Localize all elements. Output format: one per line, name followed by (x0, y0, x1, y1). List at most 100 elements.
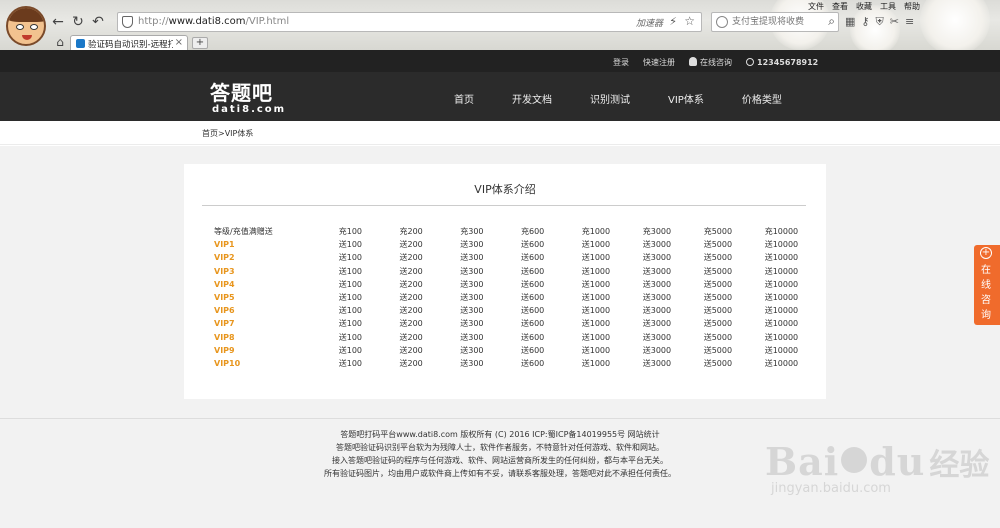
bonus-cell: 送300 (460, 319, 484, 329)
bonus-cell: 送200 (399, 279, 423, 289)
side-consult-tab[interactable]: + 在线咨询 (974, 245, 1000, 325)
phone-number: 12345678912 (746, 58, 818, 67)
bonus-cell: 送300 (460, 358, 484, 368)
consult-link[interactable]: 在线咨询 (689, 57, 732, 68)
bonus-cell: 送1000 (581, 240, 611, 250)
nav-home[interactable]: 首页 (454, 91, 474, 106)
site-topbar: 登录 快速注册 在线咨询 12345678912 (0, 50, 1000, 72)
bonus-cell: 送3000 (642, 240, 672, 250)
header-cell: 充10000 (764, 227, 799, 237)
bonus-cell: 送3000 (642, 332, 672, 342)
bonus-cell: 送200 (399, 306, 423, 316)
main-nav: 首页 开发文档 识别测试 VIP体系 价格类型 (454, 91, 820, 106)
menu-item-tools[interactable]: 工具 (880, 1, 896, 12)
bonus-cell: 送1000 (581, 306, 611, 316)
bonus-cell: 送10000 (764, 279, 799, 289)
bonus-cell: 送300 (460, 345, 484, 355)
menu-bar: 文件 查看 收藏 工具 帮助 (808, 1, 920, 12)
vip-level-cell: VIP4 (214, 279, 235, 289)
title-divider (202, 205, 806, 206)
shield-tool-icon[interactable]: ⛨ (875, 15, 883, 29)
bonus-cell: 送1000 (581, 253, 611, 263)
plus-icon: + (980, 247, 992, 259)
bonus-cell: 送10000 (764, 253, 799, 263)
bonus-cell: 送600 (521, 332, 545, 342)
bonus-cell: 送300 (460, 266, 484, 276)
bonus-cell: 送1000 (581, 358, 611, 368)
browser-chrome: ← ↻ ↶ ⌂ http://www.dati8.com/VIP.html 加速… (0, 0, 1000, 51)
breadcrumb[interactable]: 首页>VIP体系 (202, 128, 253, 139)
bonus-cell: 送200 (399, 253, 423, 263)
bonus-cell: 送5000 (703, 306, 733, 316)
content-area: VIP体系介绍 等级/充值满赠送 充100 充200 充300 充600 充1000 充30… (0, 146, 1000, 418)
key-icon[interactable]: ⚷ (861, 15, 869, 29)
bonus-cell: 送300 (460, 240, 484, 250)
bonus-cell: 送600 (521, 240, 545, 250)
close-icon[interactable]: × (175, 37, 183, 48)
vip-level-cell: VIP3 (214, 266, 235, 276)
menu-item-favorites[interactable]: 收藏 (856, 1, 872, 12)
table-row: VIP1 送100 送200 送300 送600 送1000 送3000 送5000 送1000… (214, 238, 826, 251)
undo-button[interactable]: ↶ (90, 14, 106, 30)
bonus-cell: 送5000 (703, 253, 733, 263)
tab-active[interactable]: 验证码自动识别-远程打码 × (70, 35, 188, 51)
login-link[interactable]: 登录 (613, 57, 629, 68)
nav-recognition-test[interactable]: 识别测试 (590, 91, 630, 106)
bonus-cell: 送200 (399, 266, 423, 276)
nav-vip[interactable]: VIP体系 (668, 91, 704, 106)
bonus-cell: 送3000 (642, 253, 672, 263)
vip-level-cell: VIP10 (214, 358, 241, 368)
browser-search[interactable]: ⌕ (711, 12, 839, 32)
menu-item-view[interactable]: 查看 (832, 1, 848, 12)
user-avatar[interactable] (6, 6, 46, 46)
search-icon[interactable]: ⌕ (828, 14, 835, 29)
star-icon[interactable]: ☆ (684, 14, 695, 28)
url-text[interactable]: http://www.dati8.com/VIP.html (138, 16, 289, 27)
site-header: 答题吧 dati8.com 首页 开发文档 识别测试 VIP体系 价格类型 (0, 72, 1000, 121)
register-link[interactable]: 快速注册 (643, 57, 675, 68)
site-footer: 答题吧打码平台www.dati8.com 版权所有 (C) 2016 ICP:蜀… (0, 418, 1000, 528)
bonus-cell: 送300 (460, 306, 484, 316)
header-cell: 充100 (338, 227, 363, 237)
grid-icon[interactable]: ▦ (845, 15, 855, 29)
new-tab-button[interactable]: + (192, 37, 208, 49)
bonus-cell: 送100 (338, 293, 363, 303)
bonus-cell: 送300 (460, 332, 484, 342)
cut-icon[interactable]: ✂ (890, 15, 899, 29)
side-consult-label: 在线咨询 (981, 265, 991, 321)
accelerator-label[interactable]: 加速器 (636, 16, 663, 29)
table-row: VIP10 送100 送200 送300 送600 送1000 送3000 送5000 送100… (214, 357, 826, 370)
bonus-cell: 送5000 (703, 240, 733, 250)
search-input[interactable] (732, 15, 822, 29)
nav-pricing[interactable]: 价格类型 (742, 91, 782, 106)
vip-table: 等级/充值满赠送 充100 充200 充300 充600 充1000 充3000 充5000 充… (214, 225, 826, 370)
address-bar[interactable]: http://www.dati8.com/VIP.html 加速器 ⚡ ☆ (117, 12, 702, 32)
bolt-icon[interactable]: ⚡ (669, 15, 677, 28)
bonus-cell: 送300 (460, 293, 484, 303)
header-cell: 充1000 (581, 227, 611, 237)
back-button[interactable]: ← (50, 14, 66, 30)
nav-docs[interactable]: 开发文档 (512, 91, 552, 106)
site-logo[interactable]: 答题吧 dati8.com (210, 77, 286, 115)
bonus-cell: 送10000 (764, 306, 799, 316)
bonus-cell: 送600 (521, 279, 545, 289)
bonus-cell: 送5000 (703, 319, 733, 329)
bonus-cell: 送200 (399, 293, 423, 303)
menu-item-help[interactable]: 帮助 (904, 1, 920, 12)
home-icon[interactable]: ⌂ (52, 34, 68, 50)
header-cell: 充300 (460, 227, 484, 237)
page-title: VIP体系介绍 (474, 183, 536, 196)
bonus-cell: 送100 (338, 306, 363, 316)
bonus-cell: 送300 (460, 279, 484, 289)
vip-level-cell: VIP5 (214, 293, 235, 303)
refresh-button[interactable]: ↻ (70, 14, 86, 30)
search-engine-icon (716, 16, 728, 28)
menu-icon[interactable]: ≡ (905, 15, 914, 29)
bonus-cell: 送3000 (642, 306, 672, 316)
table-row: VIP4 送100 送200 送300 送600 送1000 送3000 送5000 送1000… (214, 278, 826, 291)
toolbar-icons: ▦ ⚷ ⛨ ✂ ≡ (845, 15, 914, 29)
menu-item-file[interactable]: 文件 (808, 1, 824, 12)
bonus-cell: 送300 (460, 253, 484, 263)
bonus-cell: 送5000 (703, 293, 733, 303)
bonus-cell: 送1000 (581, 345, 611, 355)
